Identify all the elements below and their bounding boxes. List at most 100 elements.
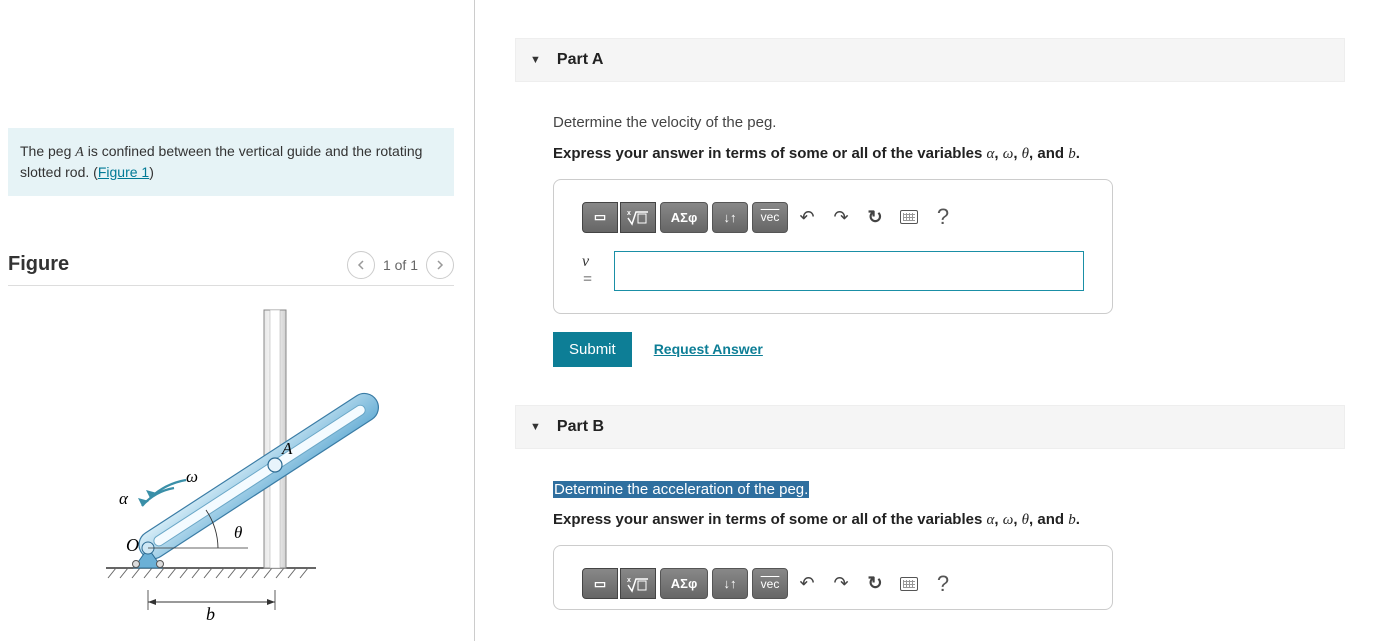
sqrt-button[interactable]: x [620, 202, 656, 233]
part-a-actions: Submit Request Answer [553, 332, 1345, 367]
greek-button[interactable]: ΑΣφ [660, 568, 708, 599]
figure-title: Figure [8, 253, 69, 276]
help-icon: ? [937, 571, 949, 597]
reset-icon: ↻ [867, 573, 882, 594]
var-theta: θ [1022, 512, 1029, 528]
help-button[interactable]: ? [928, 569, 958, 599]
label-peg: A [281, 439, 293, 458]
sqrt-icon: x [627, 208, 649, 226]
toolbar-group-modes: ▭ x [582, 568, 656, 599]
undo-button[interactable]: ↶ [792, 569, 822, 599]
part-b-title: Part B [557, 418, 604, 436]
part-a-section: ▼ Part A Determine the velocity of the p… [515, 38, 1345, 367]
request-answer-link[interactable]: Request Answer [654, 341, 763, 357]
keyboard-button[interactable] [894, 569, 924, 599]
part-a-instruction: Express your answer in terms of some or … [553, 145, 1345, 163]
keyboard-button[interactable] [894, 202, 924, 232]
undo-icon: ↶ [799, 573, 814, 594]
answer-input-v[interactable] [614, 251, 1084, 291]
instr-suffix: . [1076, 511, 1080, 528]
figure-next-button[interactable] [426, 251, 454, 279]
var-omega: ω [1003, 512, 1014, 528]
problem-text-suffix: ) [149, 164, 154, 180]
undo-icon: ↶ [799, 207, 814, 228]
part-b-instruction: Express your answer in terms of some or … [553, 511, 1345, 529]
part-a-header[interactable]: ▼ Part A [515, 38, 1345, 82]
part-b-answer-box: ▭ x ΑΣφ ↓↑ vec ↶ [553, 545, 1113, 610]
reset-button[interactable]: ↻ [860, 202, 890, 232]
subsup-icon: ↓↑ [724, 210, 737, 225]
chevron-right-icon [435, 260, 445, 270]
collapse-icon: ▼ [530, 421, 541, 433]
help-button[interactable]: ? [928, 202, 958, 232]
figure-diagram: O A α ω θ b [8, 300, 454, 640]
toolbar-group-modes: ▭ x [582, 202, 656, 233]
answer-label-v: v = [582, 253, 602, 289]
figure-header: Figure 1 of 1 [8, 251, 454, 286]
var-theta: θ [1022, 146, 1029, 162]
vec-button[interactable]: vec [752, 568, 788, 599]
part-a-title: Part A [557, 51, 604, 69]
greek-icon: ΑΣφ [671, 210, 698, 225]
undo-button[interactable]: ↶ [792, 202, 822, 232]
subsup-button[interactable]: ↓↑ [712, 202, 748, 233]
sqrt-button[interactable]: x [620, 568, 656, 599]
sqrt-icon: x [627, 575, 649, 593]
help-icon: ? [937, 204, 949, 230]
right-column: ▼ Part A Determine the velocity of the p… [475, 0, 1385, 641]
part-b-body: Determine the acceleration of the peg. E… [515, 449, 1345, 611]
var-b: b [1068, 146, 1076, 162]
vec-icon: vec [761, 577, 780, 591]
greek-icon: ΑΣφ [671, 576, 698, 591]
templates-button[interactable]: ▭ [582, 568, 618, 599]
label-omega: ω [186, 467, 198, 486]
part-b-prompt: Determine the acceleration of the peg. [553, 481, 809, 498]
part-a-answer-box: ▭ x ΑΣφ ↓↑ vec ↶ [553, 179, 1113, 314]
subsup-button[interactable]: ↓↑ [712, 568, 748, 599]
problem-statement: The peg A is confined between the vertic… [8, 128, 454, 196]
page-root: The peg A is confined between the vertic… [0, 0, 1385, 641]
part-b-header[interactable]: ▼ Part B [515, 405, 1345, 449]
keyboard-icon [900, 577, 918, 591]
redo-icon: ↷ [833, 207, 848, 228]
part-a-prompt: Determine the velocity of the peg. [553, 112, 1345, 135]
var-b: b [1068, 512, 1076, 528]
submit-button[interactable]: Submit [553, 332, 632, 367]
vec-button[interactable]: vec [752, 202, 788, 233]
figure-nav: 1 of 1 [347, 251, 454, 279]
keyboard-icon [900, 210, 918, 224]
redo-button[interactable]: ↷ [826, 202, 856, 232]
redo-button[interactable]: ↷ [826, 569, 856, 599]
label-b: b [206, 604, 215, 624]
answer-row: v = [582, 251, 1084, 291]
templates-button[interactable]: ▭ [582, 202, 618, 233]
part-a-body: Determine the velocity of the peg. Expre… [515, 82, 1345, 367]
left-column: The peg A is confined between the vertic… [0, 0, 475, 641]
label-origin: O [126, 535, 139, 555]
subsup-icon: ↓↑ [724, 576, 737, 591]
label-theta: θ [234, 523, 242, 542]
part-b-section: ▼ Part B Determine the acceleration of t… [515, 405, 1345, 611]
greek-button[interactable]: ΑΣφ [660, 202, 708, 233]
mechanism-svg: O A α ω θ b [66, 300, 396, 640]
label-alpha: α [119, 489, 129, 508]
vec-icon: vec [761, 210, 780, 224]
figure-prev-button[interactable] [347, 251, 375, 279]
instr-prefix: Express your answer in terms of some or … [553, 145, 987, 162]
instr-suffix: . [1076, 145, 1080, 162]
reset-icon: ↻ [867, 207, 882, 228]
peg-variable: A [75, 145, 84, 160]
collapse-icon: ▼ [530, 54, 541, 66]
problem-text-prefix: The peg [20, 143, 75, 159]
figure-link[interactable]: Figure 1 [98, 164, 149, 180]
templates-icon: ▭ [594, 576, 606, 592]
svg-text:x: x [627, 577, 631, 584]
instr-prefix: Express your answer in terms of some or … [553, 511, 987, 528]
svg-text:x: x [627, 210, 631, 217]
reset-button[interactable]: ↻ [860, 569, 890, 599]
figure-counter: 1 of 1 [383, 257, 418, 273]
var-omega: ω [1003, 146, 1014, 162]
templates-icon: ▭ [594, 209, 606, 225]
redo-icon: ↷ [833, 573, 848, 594]
equation-toolbar: ▭ x ΑΣφ ↓↑ vec ↶ [582, 568, 1084, 599]
